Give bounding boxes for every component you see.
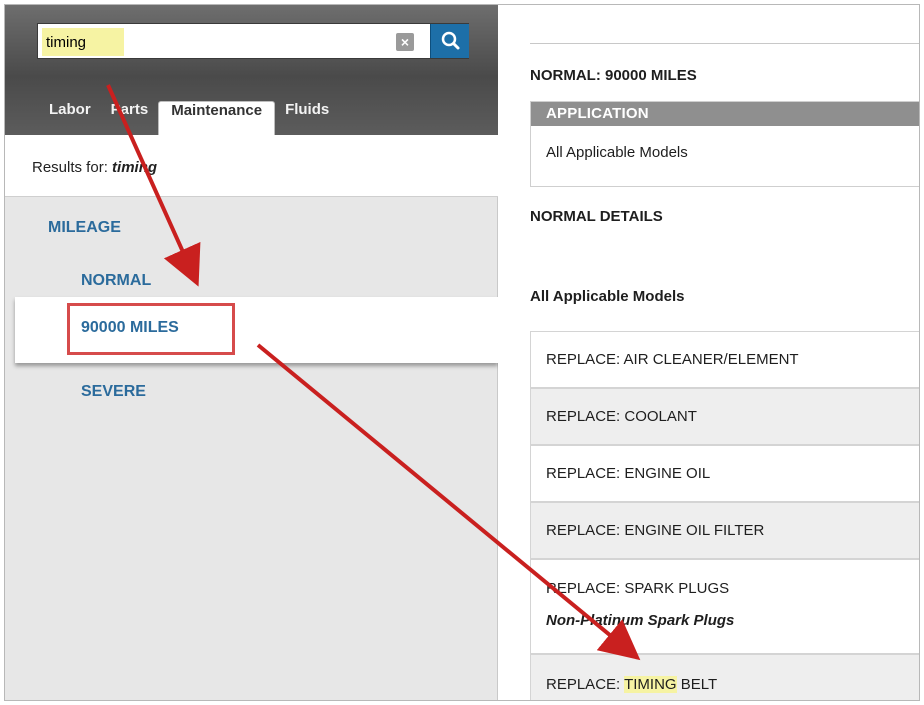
item-label-prefix: REPLACE:	[546, 676, 625, 693]
list-item[interactable]: REPLACE: SPARK PLUGS Non-Platinum Spark …	[530, 559, 919, 654]
search-match-highlight: TIMING	[624, 676, 677, 693]
list-item[interactable]: REPLACE: ENGINE OIL	[530, 445, 919, 502]
item-label: REPLACE: COOLANT	[546, 408, 697, 425]
tab-bar: Labor Parts Maintenance Fluids	[39, 101, 339, 135]
tab-labor[interactable]: Labor	[39, 101, 101, 135]
item-label: REPLACE: SPARK PLUGS	[546, 580, 730, 597]
search-input[interactable]	[42, 28, 124, 56]
tree-item-severe[interactable]: SEVERE	[81, 383, 146, 401]
list-item[interactable]: REPLACE: AIR CLEANER/ELEMENT	[530, 331, 919, 388]
search-box: ×	[37, 23, 469, 59]
application-box: APPLICATION All Applicable Models	[530, 101, 919, 187]
item-label: REPLACE: ENGINE OIL	[546, 465, 711, 482]
item-sublabel: Non-Platinum Spark Plugs	[546, 612, 735, 629]
search-button[interactable]	[430, 24, 469, 58]
tree-item-normal[interactable]: NORMAL	[81, 272, 151, 290]
item-label: REPLACE: AIR CLEANER/ELEMENT	[546, 351, 799, 368]
close-icon: ×	[400, 34, 410, 50]
details-heading: NORMAL DETAILS	[530, 208, 663, 225]
search-icon	[441, 31, 460, 50]
app-window: × Labor Parts Maintenance Fluids Results…	[4, 4, 920, 701]
list-item[interactable]: REPLACE: COOLANT	[530, 388, 919, 445]
tree-item-mileage[interactable]: MILEAGE	[48, 219, 121, 237]
search-toolbar: × Labor Parts Maintenance Fluids	[5, 5, 498, 135]
item-label: REPLACE: ENGINE OIL FILTER	[546, 522, 765, 539]
item-label-suffix: BELT	[676, 676, 718, 693]
left-panel: × Labor Parts Maintenance Fluids Results…	[5, 5, 498, 700]
tab-parts[interactable]: Parts	[101, 101, 159, 135]
tab-maintenance[interactable]: Maintenance	[158, 101, 276, 135]
detail-panel: NORMAL: 90000 MILES APPLICATION All Appl…	[498, 5, 919, 700]
application-value: All Applicable Models	[546, 144, 688, 161]
clear-search-button[interactable]: ×	[396, 33, 414, 51]
models-heading: All Applicable Models	[530, 288, 685, 305]
selection-highlight-box	[67, 303, 235, 355]
tab-fluids[interactable]: Fluids	[275, 101, 339, 135]
results-term: timing	[112, 159, 158, 176]
list-item[interactable]: REPLACE: ENGINE OIL FILTER	[530, 502, 919, 559]
list-item[interactable]: REPLACE: TIMING BELT	[530, 654, 919, 700]
divider	[530, 43, 919, 44]
results-summary: Results for: timing	[5, 135, 498, 197]
application-header: APPLICATION	[531, 102, 919, 126]
detail-heading: NORMAL: 90000 MILES	[530, 67, 697, 84]
results-prefix: Results for:	[32, 159, 113, 176]
